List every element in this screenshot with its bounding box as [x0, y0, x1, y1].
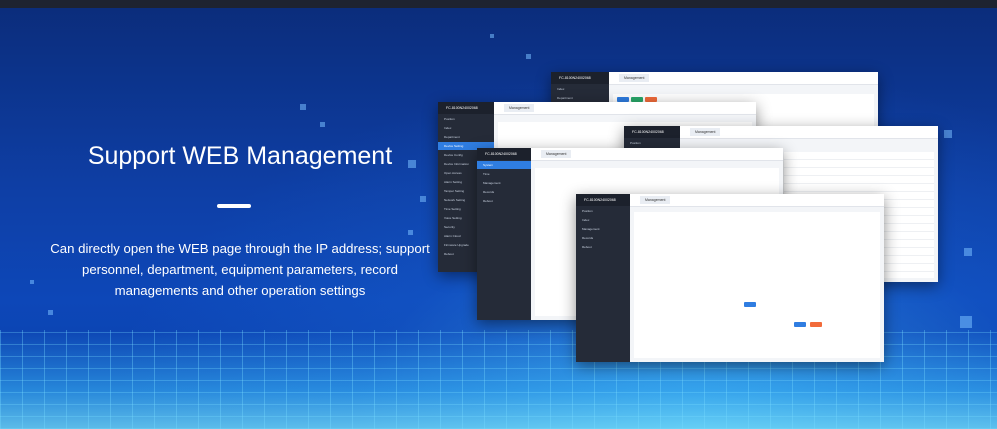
table-row	[784, 184, 934, 192]
hero-description: Can directly open the WEB page through t…	[50, 241, 430, 298]
device-brand: FC-8100N24002068	[624, 126, 680, 138]
hero-title: Support WEB Management	[87, 142, 393, 170]
sidebar-item: Index	[444, 126, 452, 130]
sidebar-item: Department	[444, 135, 460, 139]
decor-pixel	[490, 34, 494, 38]
sidebar-item: Position	[630, 141, 641, 145]
table-row	[784, 152, 934, 160]
sidebar-item: Management	[582, 227, 600, 231]
sidebar-item: Time	[483, 172, 490, 176]
tab-management: Management	[504, 104, 535, 112]
cancel-button	[810, 322, 822, 327]
screenshot-window: FC-8100N24002068 Position Index Manageme…	[576, 194, 884, 362]
tab-management: Management	[541, 150, 572, 158]
device-brand: FC-8100N24002068	[576, 194, 630, 206]
top-bar	[0, 0, 997, 8]
sidebar-item: Position	[582, 209, 593, 213]
title-divider	[217, 204, 251, 208]
device-brand: FC-8100N24002068	[438, 102, 494, 114]
table-row	[784, 168, 934, 176]
decor-pixel	[960, 316, 972, 328]
window-header: Management	[630, 194, 884, 207]
device-brand: FC-8100N24002068	[477, 148, 531, 160]
window-header: Management	[609, 72, 878, 85]
sidebar-item: Department	[557, 96, 573, 100]
sidebar-item: Position	[444, 117, 455, 121]
sidebar-item: Reboot	[483, 199, 493, 203]
decor-pixel	[300, 104, 306, 110]
table-row	[784, 160, 934, 168]
window-header: Management	[680, 126, 938, 139]
sidebar-item: Reboot	[582, 245, 592, 249]
sidebar-item: Index	[557, 87, 565, 91]
sidebar-item: Records	[483, 190, 495, 194]
tab-management: Management	[640, 196, 671, 204]
decor-pixel	[526, 54, 531, 59]
confirm-button	[744, 302, 756, 307]
decor-pixel	[48, 310, 53, 315]
banner: Support WEB Management Can directly open…	[0, 0, 997, 429]
decor-pixel	[320, 122, 325, 127]
decor-pixel	[30, 280, 34, 284]
window-header: Management	[494, 102, 756, 115]
window-content	[634, 212, 880, 358]
table-row	[784, 176, 934, 184]
tab-management: Management	[619, 74, 650, 82]
decor-pixel	[964, 248, 972, 256]
tab-management: Management	[690, 128, 721, 136]
decor-pixel	[944, 130, 952, 138]
window-header: Management	[531, 148, 783, 161]
decor-pixel	[408, 230, 413, 235]
decor-pixel	[420, 196, 426, 202]
sidebar-item: Index	[582, 218, 590, 222]
device-brand: FC-8100N24002068	[551, 72, 609, 84]
sidebar: FC-8100N24002068 System Time Management …	[477, 148, 531, 320]
save-button	[794, 322, 806, 327]
sidebar: FC-8100N24002068 Position Index Manageme…	[576, 194, 630, 362]
sidebar-item: System	[477, 161, 531, 169]
sidebar-item: Records	[582, 236, 594, 240]
sidebar-item: Management	[483, 181, 501, 185]
